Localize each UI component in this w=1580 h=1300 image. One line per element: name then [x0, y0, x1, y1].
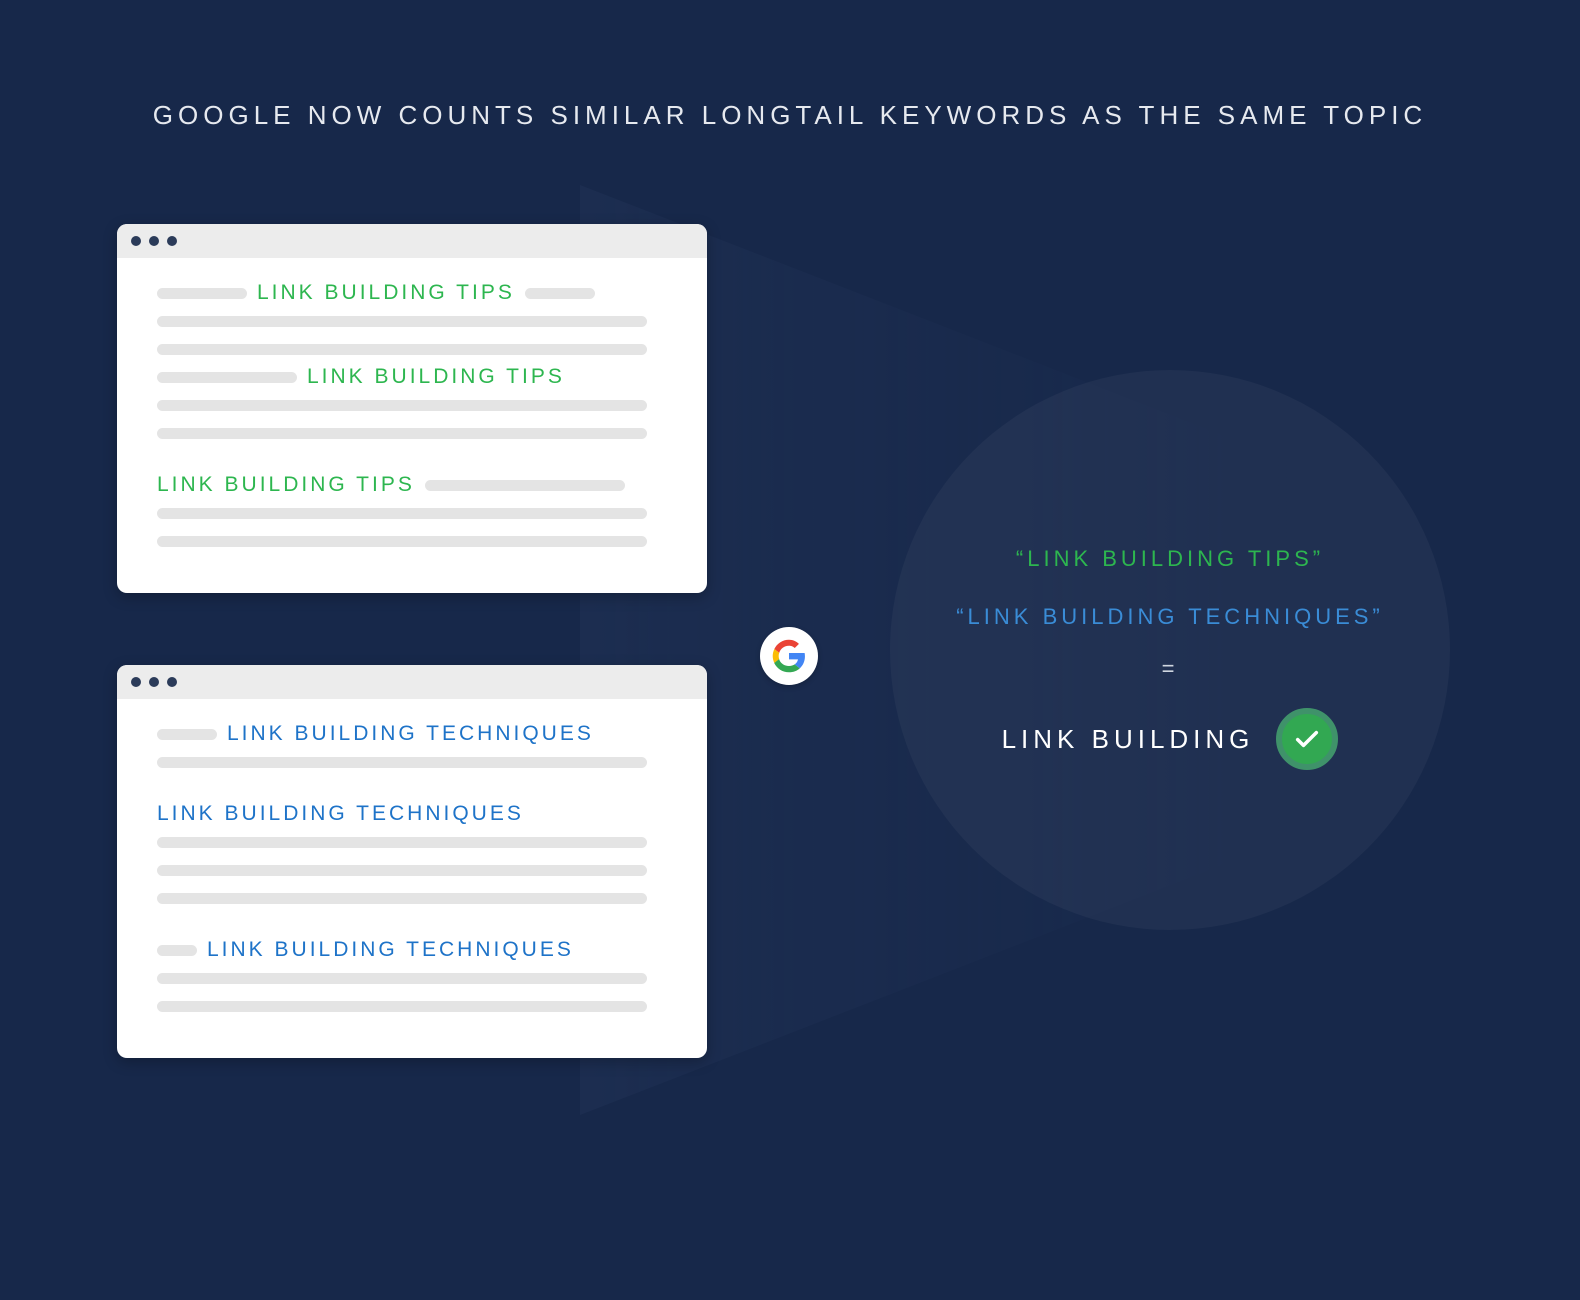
window-dot-icon: [131, 677, 141, 687]
keyword-phrase: LINK BUILDING TECHNIQUES: [227, 727, 594, 741]
google-logo-badge: [760, 627, 818, 685]
diagram-stage: GOOGLE NOW COUNTS SIMILAR LONGTAIL KEYWO…: [0, 0, 1580, 1300]
equals-sign: =: [1162, 656, 1179, 682]
window-dot-icon: [167, 236, 177, 246]
circle-keyword-techniques: “LINK BUILDING TECHNIQUES”: [956, 604, 1384, 630]
browser-titlebar: [117, 665, 707, 699]
browser-body: LINK BUILDING TIPS LINK BUILDING TIPS LI…: [117, 258, 707, 593]
topic-result: LINK BUILDING: [1002, 724, 1255, 755]
browser-window-tips: LINK BUILDING TIPS LINK BUILDING TIPS LI…: [117, 224, 707, 593]
google-icon: [772, 639, 806, 673]
diagram-title: GOOGLE NOW COUNTS SIMILAR LONGTAIL KEYWO…: [0, 100, 1580, 131]
keyword-phrase: LINK BUILDING TECHNIQUES: [157, 807, 524, 821]
circle-result-row: LINK BUILDING: [1002, 708, 1339, 770]
window-dot-icon: [149, 677, 159, 687]
check-icon: [1293, 725, 1321, 753]
browser-titlebar: [117, 224, 707, 258]
topic-equivalence-circle: “LINK BUILDING TIPS” “LINK BUILDING TECH…: [890, 370, 1450, 930]
window-dot-icon: [131, 236, 141, 246]
window-dot-icon: [149, 236, 159, 246]
circle-keyword-tips: “LINK BUILDING TIPS”: [1016, 546, 1324, 572]
checkmark-badge: [1276, 708, 1338, 770]
keyword-phrase: LINK BUILDING TIPS: [157, 478, 415, 492]
keyword-phrase: LINK BUILDING TECHNIQUES: [207, 943, 574, 957]
browser-window-techniques: LINK BUILDING TECHNIQUES LINK BUILDING T…: [117, 665, 707, 1058]
keyword-phrase: LINK BUILDING TIPS: [307, 370, 565, 384]
browser-body: LINK BUILDING TECHNIQUES LINK BUILDING T…: [117, 699, 707, 1058]
keyword-phrase: LINK BUILDING TIPS: [257, 286, 515, 300]
window-dot-icon: [167, 677, 177, 687]
